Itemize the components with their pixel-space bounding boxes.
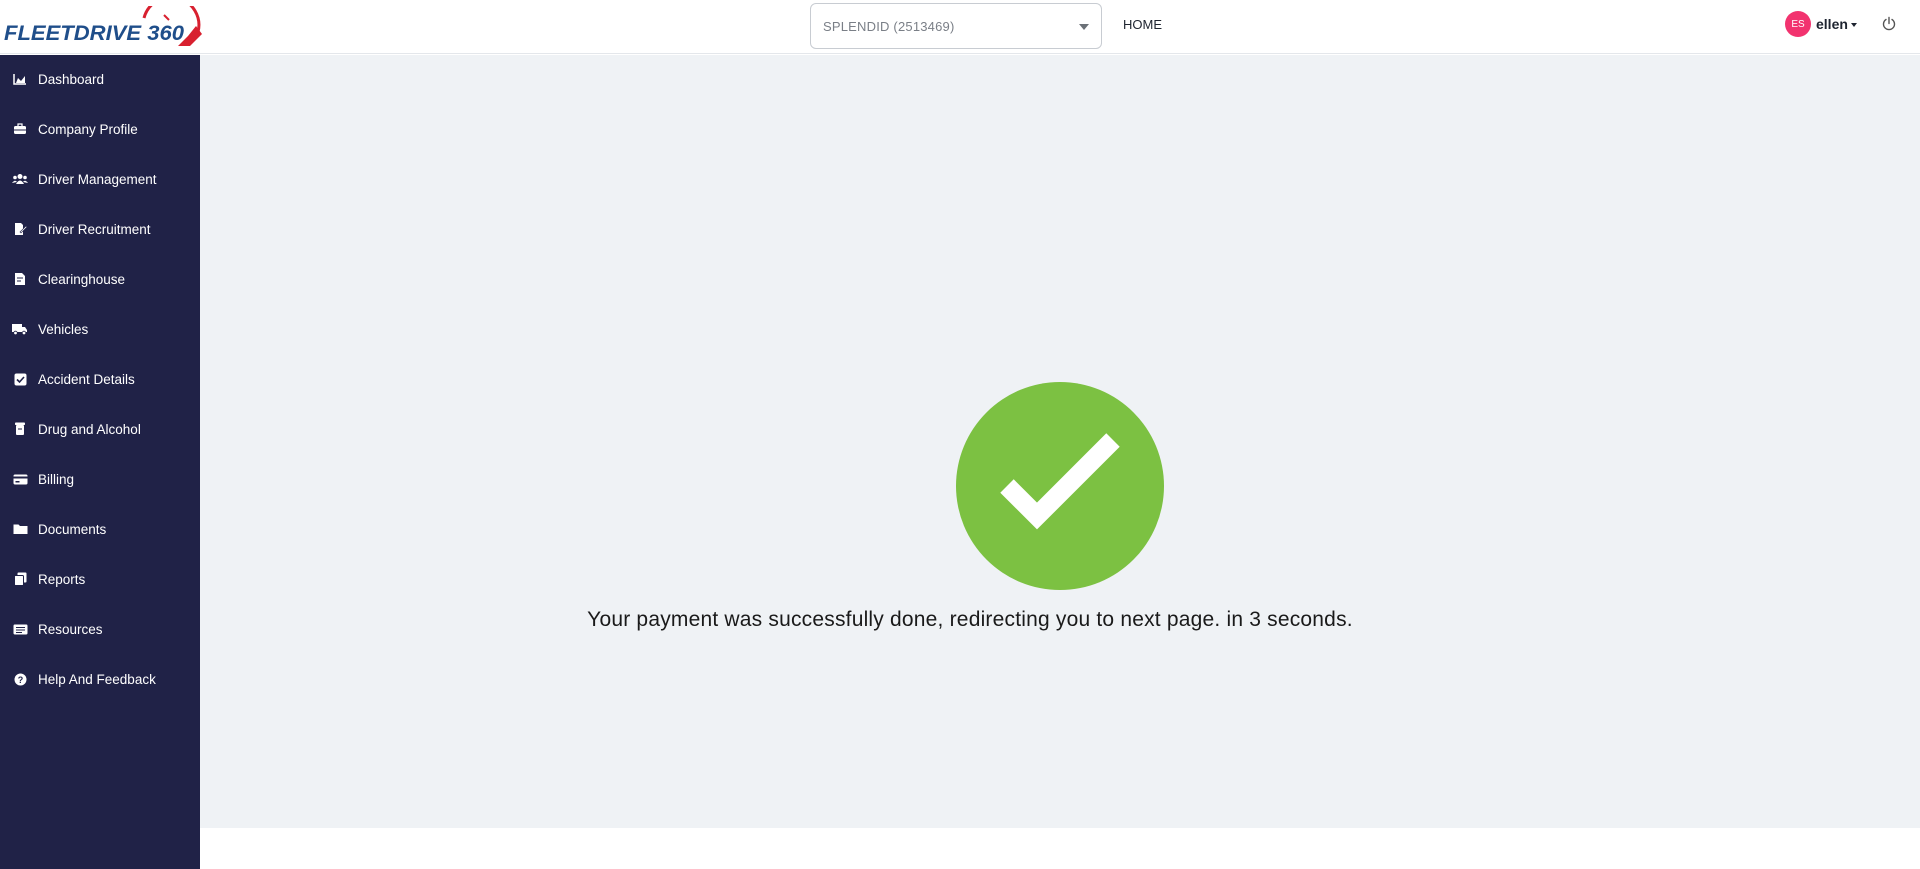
svg-text:?: ? (17, 674, 23, 684)
briefcase-icon (12, 121, 28, 137)
company-select-value: SPLENDID (2513469) (823, 18, 955, 34)
chart-area-icon (12, 71, 28, 87)
sidebar-item-accident-details[interactable]: Accident Details (0, 359, 200, 399)
sidebar-item-label: Vehicles (38, 321, 89, 337)
home-link[interactable]: HOME (1123, 17, 1162, 32)
sidebar-item-documents[interactable]: Documents (0, 509, 200, 549)
sidebar-item-label: Documents (38, 521, 107, 537)
newspaper-icon (12, 621, 28, 637)
sidebar-item-dashboard[interactable]: Dashboard (0, 59, 200, 99)
file-contract-icon (12, 271, 28, 287)
sidebar-item-label: Dashboard (38, 71, 105, 87)
prescription-icon (12, 421, 28, 437)
chevron-down-icon (1079, 24, 1089, 30)
sidebar-item-drug-and-alcohol[interactable]: Drug and Alcohol (0, 409, 200, 449)
sidebar-item-label: Driver Management (38, 171, 157, 187)
sidebar-item-label: Billing (38, 471, 75, 487)
user-menu[interactable]: ES ellen (1785, 10, 1857, 38)
sidebar-item-label: Help And Feedback (38, 671, 156, 687)
sidebar-item-driver-management[interactable]: Driver Management (0, 159, 200, 199)
fleetdrive-logo[interactable]: FLEETDRIVE 360 (4, 6, 204, 48)
power-icon[interactable] (1881, 16, 1897, 32)
sidebar-item-label: Clearinghouse (38, 271, 126, 287)
main-content: Your payment was successfully done, redi… (200, 55, 1920, 828)
check-square-icon (12, 371, 28, 387)
sidebar-item-clearinghouse[interactable]: Clearinghouse (0, 259, 200, 299)
question-circle-icon: ? (12, 671, 28, 687)
sidebar-item-label: Reports (38, 571, 86, 587)
sidebar-item-driver-recruitment[interactable]: Driver Recruitment (0, 209, 200, 249)
caret-down-icon (1850, 22, 1857, 27)
sidebar-item-label: Accident Details (38, 371, 135, 387)
signature-icon (12, 221, 28, 237)
sidebar-item-label: Company Profile (38, 121, 138, 137)
sidebar-item-reports[interactable]: Reports (0, 559, 200, 599)
sidebar-item-resources[interactable]: Resources (0, 609, 200, 649)
sidebar-item-label: Drug and Alcohol (38, 421, 141, 437)
sidebar-item-vehicles[interactable]: Vehicles (0, 309, 200, 349)
footer-area (200, 828, 1920, 869)
avatar: ES (1785, 11, 1811, 37)
sidebar-item-label: Driver Recruitment (38, 221, 151, 237)
company-select[interactable]: SPLENDID (2513469) (810, 3, 1102, 49)
credit-card-icon (12, 471, 28, 487)
sidebar: Dashboard Company Profile Driver Managem… (0, 55, 200, 869)
truck-icon (12, 321, 28, 337)
username: ellen (1816, 16, 1848, 32)
users-icon (12, 171, 28, 187)
sidebar-item-company-profile[interactable]: Company Profile (0, 109, 200, 149)
logo-text: FLEETDRIVE 360 (4, 22, 184, 45)
payment-success-message: Your payment was successfully done, redi… (587, 608, 1353, 631)
sidebar-item-billing[interactable]: Billing (0, 459, 200, 499)
sidebar-item-help-and-feedback[interactable]: ? Help And Feedback (0, 659, 200, 699)
top-header: FLEETDRIVE 360 SPLENDID (2513469) HOME E… (0, 0, 1920, 54)
folder-icon (12, 521, 28, 537)
success-check-icon (956, 382, 1164, 590)
copy-icon (12, 571, 28, 587)
sidebar-item-label: Resources (38, 621, 103, 637)
